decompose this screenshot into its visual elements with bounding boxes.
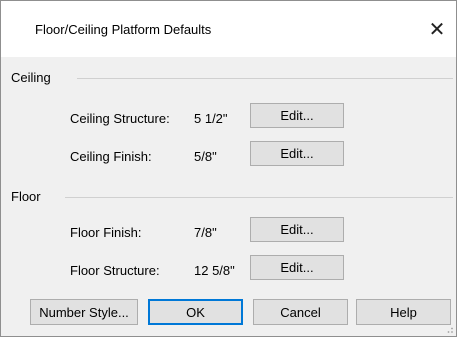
ceiling-structure-value: 5 1/2" — [194, 111, 228, 126]
floor-finish-value: 7/8" — [194, 225, 217, 240]
ceiling-finish-value: 5/8" — [194, 149, 217, 164]
dialog-title: Floor/Ceiling Platform Defaults — [35, 22, 212, 37]
floor-structure-edit-button[interactable]: Edit... — [250, 255, 344, 280]
ceiling-section-divider — [77, 78, 453, 79]
ceiling-finish-edit-button[interactable]: Edit... — [250, 141, 344, 166]
ok-button[interactable]: OK — [148, 299, 243, 325]
ceiling-section-label: Ceiling — [11, 70, 57, 85]
floor-structure-label: Floor Structure: — [70, 263, 160, 278]
floor-finish-edit-button[interactable]: Edit... — [250, 217, 344, 242]
cancel-button[interactable]: Cancel — [253, 299, 348, 325]
floor-structure-value: 12 5/8" — [194, 263, 235, 278]
ceiling-finish-label: Ceiling Finish: — [70, 149, 152, 164]
floor-ceiling-defaults-dialog: Floor/Ceiling Platform Defaults ✕ Ceilin… — [0, 0, 457, 337]
floor-section-divider — [65, 197, 453, 198]
help-button[interactable]: Help — [356, 299, 451, 325]
floor-finish-label: Floor Finish: — [70, 225, 142, 240]
floor-section-label: Floor — [11, 189, 47, 204]
resize-grip-icon[interactable] — [444, 324, 454, 334]
title-bar: Floor/Ceiling Platform Defaults ✕ — [1, 1, 456, 57]
ceiling-structure-edit-button[interactable]: Edit... — [250, 103, 344, 128]
close-icon[interactable]: ✕ — [422, 14, 452, 44]
ceiling-structure-label: Ceiling Structure: — [70, 111, 170, 126]
number-style-button[interactable]: Number Style... — [30, 299, 138, 325]
